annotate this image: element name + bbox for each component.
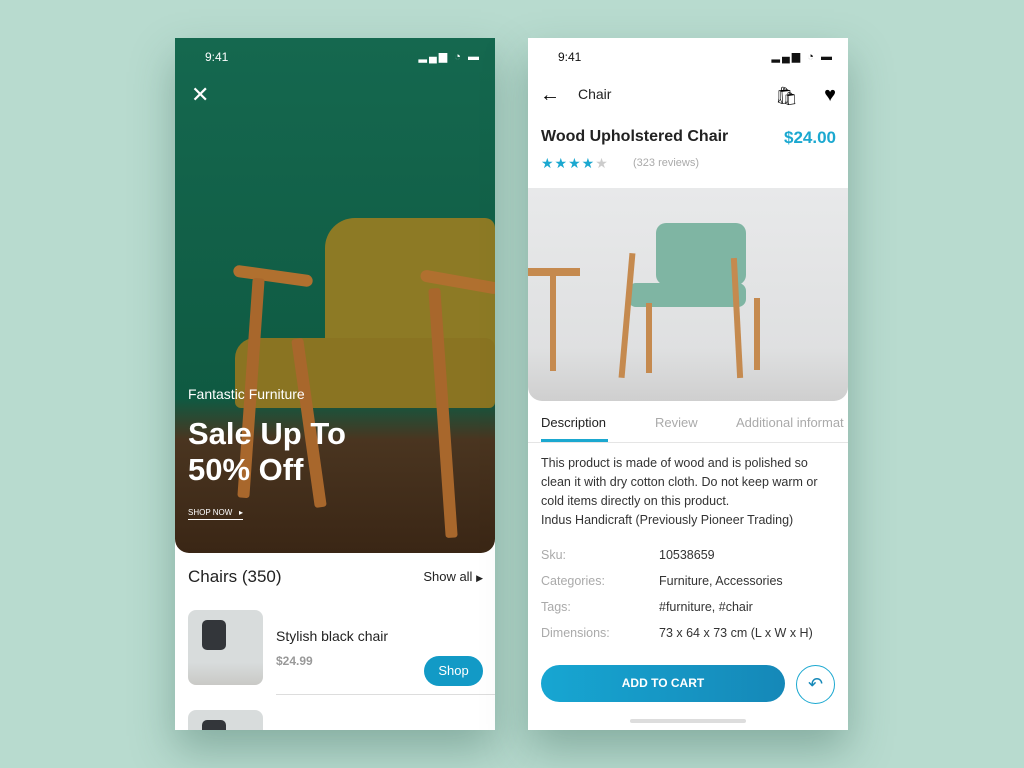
item-name: Stylish black chair [276,628,389,644]
product-thumbnail [188,610,263,685]
show-all-link[interactable]: Show all ▶ [423,569,483,584]
back-arrow-icon[interactable]: ← [540,84,560,107]
hero-subtitle: Fantastic Furniture [188,386,305,402]
rating-stars: ★★★★★ [541,155,609,171]
list-item[interactable]: Stylish black chair $24.99 Shop [188,610,495,695]
spec-key: Categories: [541,574,605,588]
status-bar: 9:41 ▂▄▆ ◔ ▬ [205,50,481,64]
shopping-bag-icon[interactable]: 🛍 [775,86,798,107]
close-icon[interactable]: ✕ [191,82,209,108]
spec-value: 10538659 [659,548,715,562]
product-screen: 9:41 ▂▄▆ ◔ ▬ ← Chair 🛍 ♥ Wood Upholstere… [528,38,848,730]
product-price: $24.00 [784,128,836,147]
divider [276,694,495,695]
shop-now-label: SHOP NOW [188,508,233,517]
hero-title: Sale Up To 50% Off [188,416,346,487]
heart-icon[interactable]: ♥ [824,84,836,107]
status-icons: ▂▄▆ ◔ ▬ [418,51,481,63]
spec-key: Sku: [541,548,567,562]
spec-key: Dimensions: [541,626,610,640]
status-time: 9:41 [558,50,582,64]
product-name: Wood Upholstered Chair [541,128,729,145]
description: This product is made of wood and is poli… [541,454,841,530]
spec-key: Tags: [541,600,571,614]
tab-additional-information[interactable]: Additional informat [736,415,844,430]
hero-banner[interactable]: 9:41 ▂▄▆ ◔ ▬ ✕ Fantastic Furniture Sale … [175,38,495,553]
section-title: Chairs (350) [188,567,282,586]
status-icons: ▂▄▆ ◔ ▬ [771,51,834,63]
nav-bar: ← Chair 🛍 ♥ [540,84,836,108]
shop-now-link[interactable]: SHOP NOW ▸ [188,508,243,520]
home-indicator [630,719,746,723]
show-all-label: Show all [423,569,473,584]
description-text: This product is made of wood and is poli… [541,456,818,508]
share-reply-icon[interactable]: ↶ [796,665,835,704]
spec-value: #furniture, #chair [659,600,753,614]
tab-review[interactable]: Review [655,415,698,430]
status-time: 9:41 [205,50,229,64]
nav-title: Chair [578,86,612,102]
review-count[interactable]: (323 reviews) [633,157,699,169]
add-to-cart-button[interactable]: ADD TO CART [541,665,785,702]
tab-bar: Description Review Additional informat [528,413,848,443]
product-thumbnail [188,710,263,730]
brand-line: Indus Handicraft (Previously Pioneer Tra… [541,513,794,527]
chair-arm [232,264,314,288]
list-item[interactable] [188,710,495,730]
tab-description[interactable]: Description [541,415,606,430]
active-tab-indicator [541,439,608,442]
shop-button[interactable]: Shop [424,656,483,686]
product-image [528,188,848,401]
caret-right-icon: ▶ [476,573,483,583]
spec-value: Furniture, Accessories [659,574,783,588]
home-screen: 9:41 ▂▄▆ ◔ ▬ ✕ Fantastic Furniture Sale … [175,38,495,730]
status-bar: 9:41 ▂▄▆ ◔ ▬ [558,50,834,64]
spec-value: 73 x 64 x 73 cm (L x W x H) [659,626,813,640]
item-price: $24.99 [276,654,313,668]
